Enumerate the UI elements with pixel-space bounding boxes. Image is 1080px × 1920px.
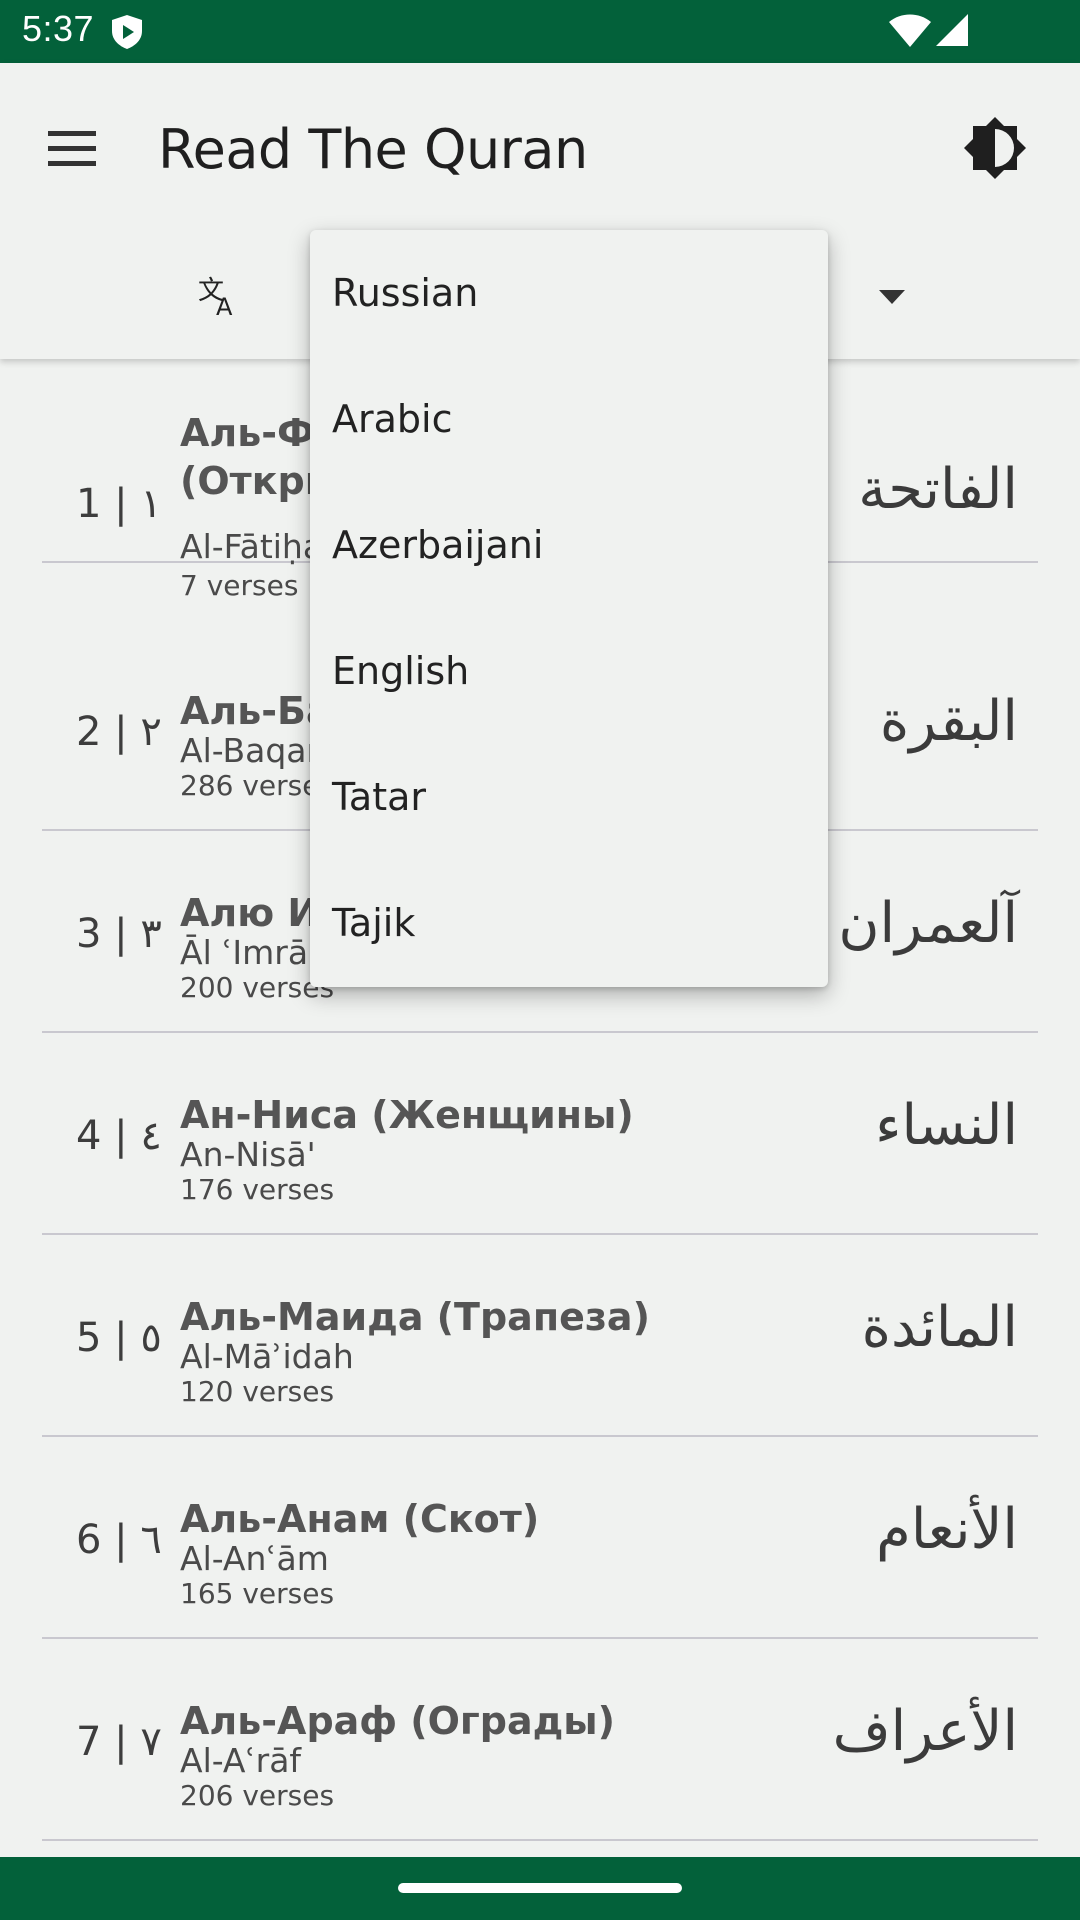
surah-number: 4 | ٤ <box>76 1113 162 1159</box>
status-bar: 5:37 <box>0 0 1080 63</box>
surah-name: Аль-Араф (Ограды) <box>180 1699 616 1743</box>
surah-arabic-name: الفاتحة <box>858 457 1018 522</box>
menu-item-tatar[interactable]: Tatar <box>332 734 812 860</box>
svg-text:A: A <box>216 293 233 317</box>
surah-arabic-name: النساء <box>875 1093 1018 1158</box>
list-item[interactable]: 4 | ٤ Ан-Ниса (Женщины) An-Nisā' 176 ver… <box>42 1033 1038 1235</box>
menu-item-english[interactable]: English <box>332 608 812 734</box>
brightness-icon[interactable] <box>962 115 1028 181</box>
surah-transliteration: Al-Māʾidah <box>180 1337 354 1376</box>
surah-verses: 165 verses <box>180 1577 335 1610</box>
surah-transliteration: Al-Aʿrāf <box>180 1741 302 1780</box>
surah-number: 6 | ٦ <box>76 1517 162 1563</box>
shield-icon <box>112 15 142 49</box>
wifi-icon <box>889 14 931 47</box>
surah-arabic-name: الأعراف <box>832 1699 1018 1764</box>
menu-item-azerbaijani[interactable]: Azerbaijani <box>332 482 812 608</box>
surah-transliteration: Al-Fātiḥa <box>180 527 324 566</box>
surah-number: 5 | ٥ <box>76 1315 162 1361</box>
surah-transliteration: An-Nisā' <box>180 1135 316 1174</box>
list-item[interactable]: 7 | ٧ Аль-Араф (Ограды) Al-Aʿrāf 206 ver… <box>42 1639 1038 1841</box>
surah-number: 7 | ٧ <box>76 1719 162 1765</box>
surah-verses: 176 verses <box>180 1173 335 1206</box>
list-item[interactable]: 6 | ٦ Аль-Анам (Скот) Al-Anʿām 165 verse… <box>42 1437 1038 1639</box>
surah-arabic-name: المائدة <box>861 1295 1018 1360</box>
surah-name: Ан-Ниса (Женщины) <box>180 1093 634 1137</box>
surah-verses: 206 verses <box>180 1779 335 1812</box>
surah-arabic-name: البقرة <box>879 689 1018 754</box>
list-item[interactable]: 5 | ٥ Аль-Маида (Трапеза) Al-Māʾidah 120… <box>42 1235 1038 1437</box>
menu-item-arabic[interactable]: Arabic <box>332 356 812 482</box>
surah-arabic-name: آلعمران <box>838 891 1018 956</box>
surah-name: Аль-Маида (Трапеза) <box>180 1295 650 1339</box>
signal-icon <box>936 14 968 46</box>
surah-name: Аль-Анам (Скот) <box>180 1497 540 1541</box>
surah-number: 3 | ٣ <box>76 911 162 957</box>
page-title: Read The Quran <box>158 118 588 181</box>
home-gesture-handle[interactable] <box>398 1883 682 1893</box>
translate-icon[interactable]: 文 A <box>196 273 240 317</box>
surah-arabic-name: الأنعام <box>876 1497 1018 1562</box>
hamburger-menu-icon[interactable] <box>44 125 100 173</box>
language-dropdown-menu: Russian Arabic Azerbaijani English Tatar… <box>310 230 828 987</box>
status-time: 5:37 <box>22 8 95 49</box>
surah-verses: 120 verses <box>180 1375 335 1408</box>
surah-transliteration: Al-Baqar <box>180 731 321 770</box>
surah-transliteration: Āl ʿImrān <box>180 933 329 972</box>
menu-item-russian[interactable]: Russian <box>332 230 812 356</box>
surah-number: 2 | ٢ <box>76 709 162 755</box>
chevron-down-icon[interactable] <box>878 289 906 305</box>
surah-number: 1 | ١ <box>76 481 162 527</box>
surah-verses: 7 verses <box>180 569 299 602</box>
navigation-bar <box>0 1857 1080 1920</box>
surah-transliteration: Al-Anʿām <box>180 1539 329 1578</box>
menu-item-tajik[interactable]: Tajik <box>332 860 812 986</box>
